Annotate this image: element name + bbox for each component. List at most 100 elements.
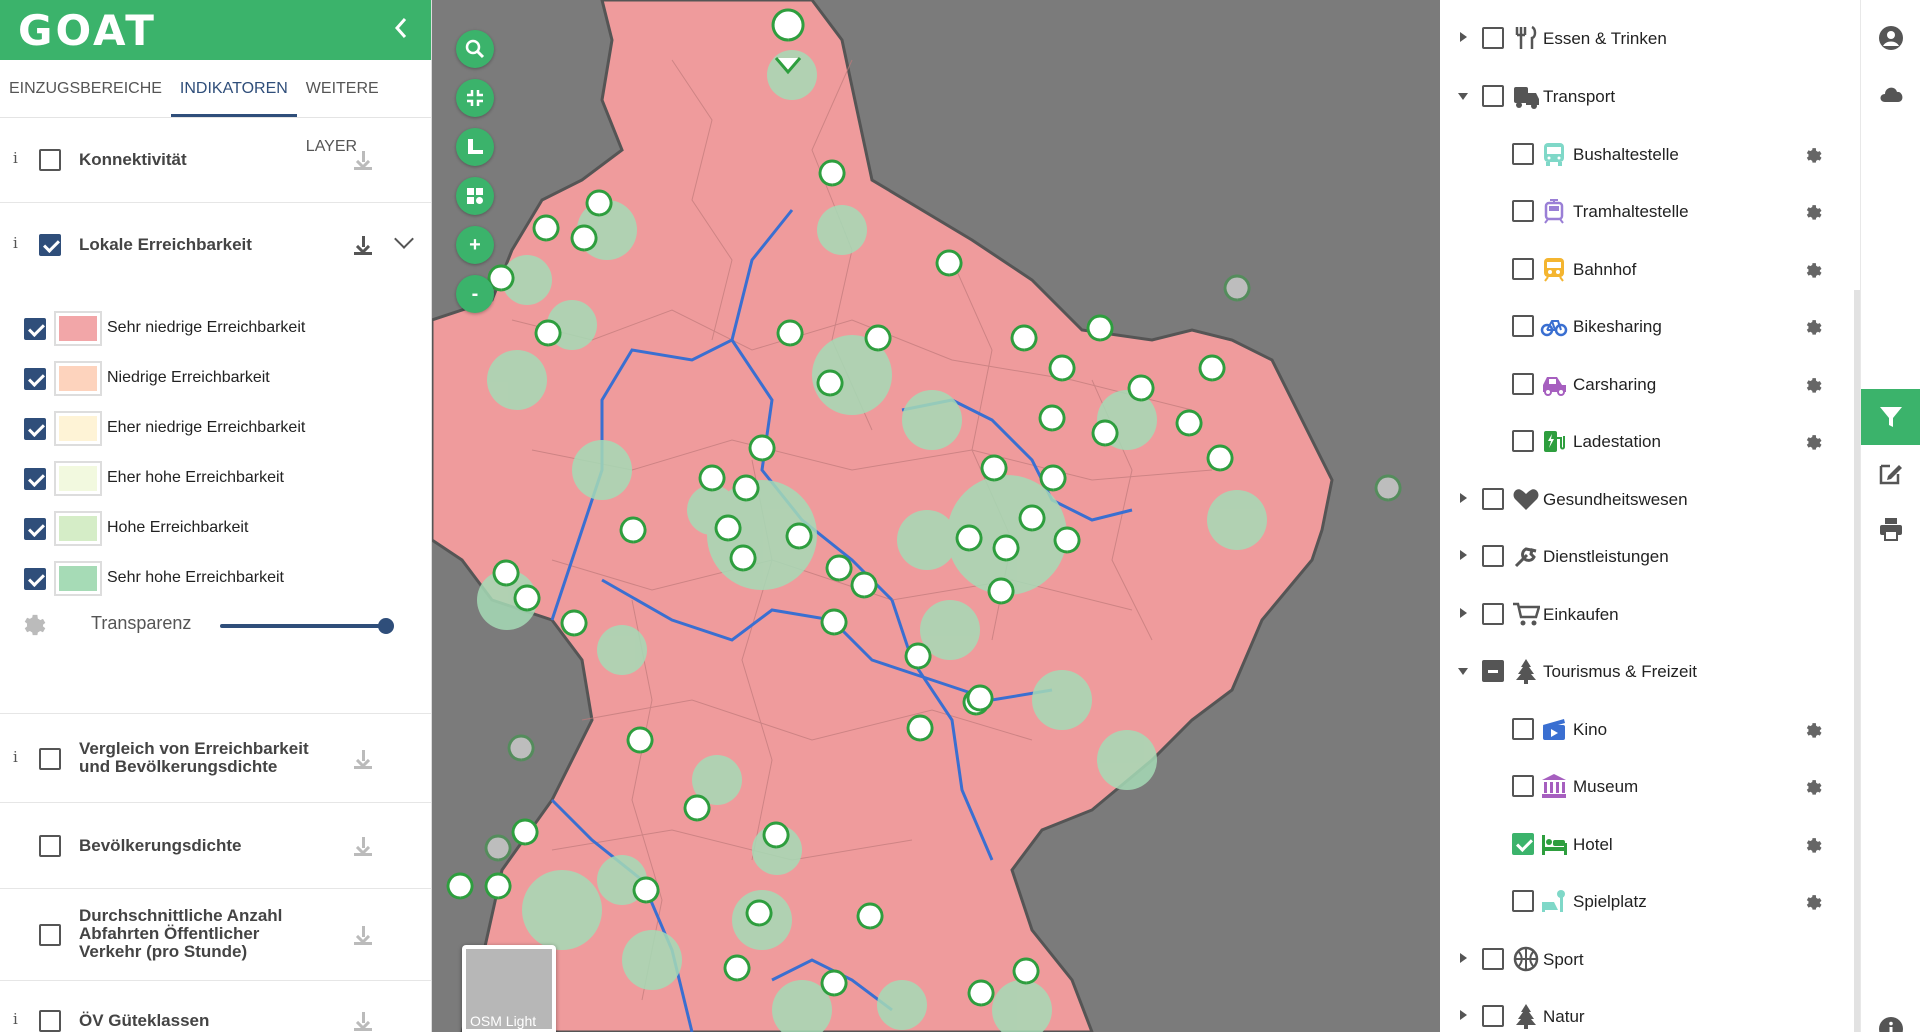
poi-item-tramhaltestelle[interactable]: Tramhaltestelle bbox=[1440, 189, 1840, 233]
download-icon[interactable] bbox=[353, 150, 373, 170]
expand-icon[interactable] bbox=[1460, 953, 1467, 963]
category-sport[interactable]: Sport bbox=[1440, 937, 1840, 981]
download-icon[interactable] bbox=[353, 836, 373, 856]
poi-checkbox[interactable] bbox=[1512, 373, 1534, 395]
category-gesundheitswesen[interactable]: Gesundheitswesen bbox=[1440, 477, 1840, 521]
info-button[interactable] bbox=[1861, 1001, 1920, 1032]
bevoelkerungsdichte-checkbox[interactable] bbox=[39, 835, 61, 857]
map-style-button[interactable] bbox=[456, 177, 494, 215]
info-icon[interactable]: i bbox=[13, 748, 18, 766]
legend-checkbox[interactable] bbox=[24, 568, 46, 590]
abfahrten-checkbox[interactable] bbox=[39, 924, 61, 946]
poi-checkbox[interactable] bbox=[1512, 775, 1534, 797]
account-button[interactable] bbox=[1861, 10, 1920, 66]
expand-icon[interactable] bbox=[1460, 608, 1467, 618]
zoom-out-button[interactable]: - bbox=[456, 275, 494, 313]
expand-icon[interactable] bbox=[1460, 32, 1467, 42]
heart-icon bbox=[1513, 489, 1539, 510]
gear-icon[interactable] bbox=[1802, 374, 1822, 394]
gear-icon[interactable] bbox=[1802, 259, 1822, 279]
category-checkbox[interactable] bbox=[1482, 948, 1504, 970]
download-icon[interactable] bbox=[353, 749, 373, 769]
map-search-button[interactable] bbox=[456, 30, 494, 68]
category-checkbox[interactable] bbox=[1482, 1005, 1504, 1027]
poi-item-bahnhof[interactable]: Bahnhof bbox=[1440, 247, 1840, 291]
category-transport[interactable]: Transport bbox=[1440, 74, 1840, 118]
category-checkbox[interactable] bbox=[1482, 85, 1504, 107]
poi-checkbox[interactable] bbox=[1512, 315, 1534, 337]
gear-icon[interactable] bbox=[1802, 201, 1822, 221]
category-checkbox[interactable] bbox=[1482, 603, 1504, 625]
legend-checkbox[interactable] bbox=[24, 418, 46, 440]
gear-icon[interactable] bbox=[1802, 776, 1822, 796]
print-button[interactable] bbox=[1861, 501, 1920, 557]
poi-item-spielplatz[interactable]: Spielplatz bbox=[1440, 879, 1840, 923]
legend-checkbox[interactable] bbox=[24, 368, 46, 390]
filter-button[interactable] bbox=[1861, 389, 1920, 445]
poi-checkbox[interactable] bbox=[1512, 143, 1534, 165]
legend-checkbox[interactable] bbox=[24, 468, 46, 490]
category-natur[interactable]: Natur bbox=[1440, 994, 1840, 1032]
legend-checkbox[interactable] bbox=[24, 318, 46, 340]
poi-item-bikesharing[interactable]: Bikesharing bbox=[1440, 304, 1840, 348]
category-checkbox[interactable] bbox=[1482, 27, 1504, 49]
tab-einzugsbereiche[interactable]: EINZUGSBEREICHE bbox=[0, 60, 171, 117]
fullscreen-button[interactable] bbox=[456, 79, 494, 117]
download-icon[interactable] bbox=[353, 1011, 373, 1031]
collapse-panel-button[interactable] bbox=[393, 16, 409, 47]
poi-checkbox[interactable] bbox=[1512, 200, 1534, 222]
poi-checkbox[interactable] bbox=[1512, 833, 1534, 855]
lokale-erreichbarkeit-checkbox[interactable] bbox=[39, 234, 61, 256]
category-essen-trinken[interactable]: Essen & Trinken bbox=[1440, 16, 1840, 60]
category-checkbox[interactable] bbox=[1482, 545, 1504, 567]
poi-checkbox[interactable] bbox=[1512, 258, 1534, 280]
info-icon[interactable]: i bbox=[13, 1010, 18, 1028]
zoom-in-button[interactable]: + bbox=[456, 226, 494, 264]
oev-checkbox[interactable] bbox=[39, 1010, 61, 1032]
poi-item-hotel[interactable]: Hotel bbox=[1440, 822, 1840, 866]
poi-item-bushaltestelle[interactable]: Bushaltestelle bbox=[1440, 132, 1840, 176]
poi-checkbox[interactable] bbox=[1512, 430, 1534, 452]
transparency-slider-track[interactable] bbox=[220, 624, 385, 628]
legend-checkbox[interactable] bbox=[24, 518, 46, 540]
category-tourismus-freizeit[interactable]: Tourismus & Freizeit bbox=[1440, 649, 1840, 693]
tab-weitere-layer[interactable]: WEITERE LAYER bbox=[297, 60, 431, 155]
gear-icon[interactable] bbox=[1802, 834, 1822, 854]
gear-icon[interactable] bbox=[1802, 144, 1822, 164]
collapse-icon[interactable] bbox=[1458, 93, 1468, 100]
konnektivitaet-checkbox[interactable] bbox=[39, 149, 61, 171]
expand-icon[interactable] bbox=[1460, 1010, 1467, 1020]
poi-item-ladestation[interactable]: Ladestation bbox=[1440, 419, 1840, 463]
info-icon[interactable]: i bbox=[13, 149, 18, 167]
gear-icon[interactable] bbox=[1802, 431, 1822, 451]
category-checkbox[interactable] bbox=[1482, 488, 1504, 510]
edit-button[interactable] bbox=[1861, 445, 1920, 501]
gear-icon[interactable] bbox=[1802, 891, 1822, 911]
basemap-switcher[interactable]: OSM Light bbox=[462, 945, 556, 1032]
map-canvas[interactable]: + - OSM Light bbox=[432, 0, 1440, 1032]
tab-indikatoren[interactable]: INDIKATOREN bbox=[170, 60, 297, 117]
transparency-slider-thumb[interactable] bbox=[378, 618, 394, 634]
chevron-down-icon[interactable] bbox=[394, 229, 414, 249]
expand-icon[interactable] bbox=[1460, 493, 1467, 503]
category-einkaufen[interactable]: Einkaufen bbox=[1440, 592, 1840, 636]
category-checkbox[interactable] bbox=[1482, 660, 1504, 682]
legend-label: Niedrige Erreichbarkeit bbox=[107, 369, 270, 386]
poi-item-carsharing[interactable]: Carsharing bbox=[1440, 362, 1840, 406]
vergleich-checkbox[interactable] bbox=[39, 748, 61, 770]
download-icon[interactable] bbox=[353, 925, 373, 945]
poi-checkbox[interactable] bbox=[1512, 718, 1534, 740]
measure-button[interactable] bbox=[456, 128, 494, 166]
expand-icon[interactable] bbox=[1460, 550, 1467, 560]
download-icon[interactable] bbox=[353, 235, 373, 255]
cloud-button[interactable] bbox=[1861, 66, 1920, 122]
gear-icon[interactable] bbox=[18, 609, 46, 637]
info-icon[interactable]: i bbox=[13, 234, 18, 252]
poi-item-kino[interactable]: Kino bbox=[1440, 707, 1840, 751]
category-dienstleistungen[interactable]: Dienstleistungen bbox=[1440, 534, 1840, 578]
gear-icon[interactable] bbox=[1802, 316, 1822, 336]
collapse-icon[interactable] bbox=[1458, 668, 1468, 675]
poi-item-museum[interactable]: Museum bbox=[1440, 764, 1840, 808]
poi-checkbox[interactable] bbox=[1512, 890, 1534, 912]
gear-icon[interactable] bbox=[1802, 719, 1822, 739]
